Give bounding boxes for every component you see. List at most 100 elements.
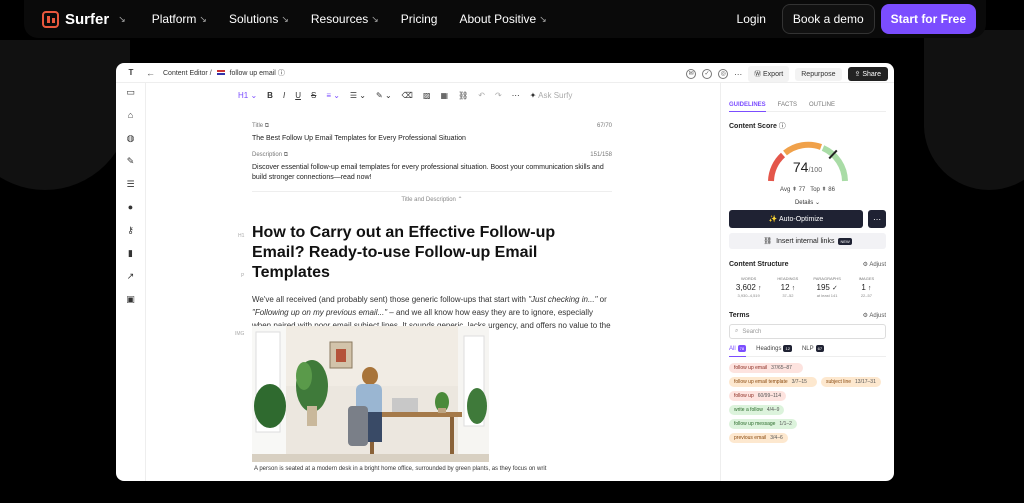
title-description-toggle[interactable]: Title and Description ⌃ [252,191,612,203]
score-max: /100 [808,167,823,174]
nav-resources[interactable]: Resources ↘ [311,12,379,26]
copy-icon[interactable]: ⧉ [265,123,269,129]
terms-search-input[interactable]: ⌕ Search [729,324,886,339]
term-chip[interactable]: follow up message 1/1–2 [729,419,797,429]
more-options-button[interactable]: ⋯ [868,210,886,228]
more-format-icon[interactable]: ⋯ [512,91,520,100]
highlight-icon[interactable]: ✎ ⌄ [376,91,392,100]
strike-icon[interactable]: S [311,91,316,100]
sparkle-icon: ✦ [529,91,539,100]
check-icon[interactable]: ✓ [702,69,713,79]
arrow-icon: ↘ [118,13,126,24]
repurpose-button[interactable]: Repurpose [795,67,842,81]
article-heading[interactable]: How to Carry out an Effective Follow-up … [252,223,612,283]
breadcrumb-root[interactable]: Content Editor [163,70,208,77]
tab-facts[interactable]: FACTS [778,102,797,108]
info-icon[interactable]: ⓘ [278,70,285,77]
details-toggle[interactable]: Details ⌄ [729,199,886,206]
nav-platform[interactable]: Platform ↘ [152,12,207,26]
bar-chart-icon[interactable]: ▮ [128,248,133,258]
share-button[interactable]: ⇪ Share [847,67,888,81]
link-icon[interactable]: ⛓ [458,91,468,100]
image-icon[interactable]: ▨ [423,91,431,100]
start-free-button[interactable]: Start for Free [880,4,976,34]
top-nav: Surfer ↘ Platform ↘ Solutions ↘ Resources ↘… [24,0,986,38]
stat-paragraphs: PARAGRAPHS 195 ✓ at least 141 [813,276,841,298]
terms-tabs: All 78 Headings 12 NLP 67 [729,345,886,357]
term-chip[interactable]: previous email 3/4–6 [729,433,788,443]
nav-solutions[interactable]: Solutions ↘ [229,12,289,26]
nav-pricing[interactable]: Pricing [401,12,438,26]
insert-internal-links-button[interactable]: ⛓ Insert internal links NEW [729,233,886,249]
left-sidebar: ▭ ⌂ ◍ ✎ ☰ ● ⚷ ▮ ↗ ▣ [116,83,146,481]
term-chip[interactable]: follow up email template 3/7–15 [729,377,817,387]
heading-select[interactable]: H1 ⌄ [238,91,257,100]
inbox-icon[interactable]: ▭ [126,87,135,97]
list-format-icon[interactable]: ☰ ⌄ [350,91,366,100]
align-icon[interactable]: ≡ ⌄ [326,91,340,100]
article-image[interactable] [252,326,489,462]
globe-icon[interactable]: ◍ [127,133,135,143]
content-score-title: Content Score ⓘ [729,123,786,130]
stat-images: IMAGES 1 ↑ 22–57 [858,276,875,298]
table-icon[interactable]: ▦ [441,91,449,100]
meta-title-field[interactable]: The Best Follow Up Email Templates for E… [252,134,612,144]
login-link[interactable]: Login [737,12,766,26]
search-icon: ⌕ [735,328,739,334]
clear-format-icon[interactable]: ⌫ [402,91,413,100]
comment-icon[interactable]: ✉ [686,69,697,79]
term-chip[interactable]: follow up email 37/65–87 [729,363,803,373]
term-chip[interactable]: follow up 60/99–114 [729,391,786,401]
breadcrumb: Content Editor / follow up email ⓘ [163,69,285,77]
undo-icon[interactable]: ↶ [478,91,485,100]
workspace-avatar[interactable]: T [116,63,146,83]
breadcrumb-doc: follow up email [229,69,276,77]
more-icon[interactable]: ⋯ [734,70,742,79]
list-icon[interactable]: ☰ [126,179,134,189]
trend-icon[interactable]: ↗ [127,271,135,281]
info-icon[interactable]: ⓘ [779,123,786,130]
brand-logo[interactable]: Surfer ↘ [42,10,126,28]
target-icon[interactable]: ◎ [718,69,729,79]
export-button[interactable]: Ⓦ Export [748,66,790,82]
underline-icon[interactable]: U [295,91,301,100]
stat-headings: HEADINGS 12 ↑ 37–52 [777,276,799,298]
tab-guidelines[interactable]: GUIDELINES [729,102,766,112]
surfer-logo-icon [42,10,59,28]
editor-canvas: Title ⧉ 67/70 The Best Follow Up Email Te… [252,123,612,345]
back-arrow-icon[interactable]: ← [146,68,155,78]
book-demo-button[interactable]: Book a demo [781,4,875,34]
p-block-tag: P [241,273,245,279]
description-count: 151/158 [590,152,612,158]
italic-icon[interactable]: I [283,91,285,100]
wordpress-icon: Ⓦ [754,71,764,78]
tab-nlp-terms[interactable]: NLP 67 [802,345,825,352]
tab-all-terms[interactable]: All 78 [729,345,747,357]
nav-about[interactable]: About Positive ↘ [459,12,546,26]
audit-icon[interactable]: ▣ [126,294,135,304]
bold-icon[interactable]: B [267,91,273,100]
adjust-structure-button[interactable]: ⚙ Adjust [863,261,886,268]
auto-optimize-button[interactable]: ✨ Auto-Optimize [729,210,863,228]
content-score-gauge: 74/100 [763,137,853,185]
tab-heading-terms[interactable]: Headings 12 [756,345,792,352]
terms-list: follow up email 37/65–87 follow up email … [729,363,886,443]
ask-surfy-button[interactable]: ✦ Ask Surfy [530,91,573,100]
stat-words: WORDS 3,602 ↑ 3,930–4,519 [735,276,762,298]
guidelines-panel: GUIDELINES FACTS OUTLINE Content Score ⓘ… [720,83,894,481]
edit-icon[interactable]: ✎ [127,156,135,166]
home-icon[interactable]: ⌂ [128,110,133,120]
chevron-down-icon: ⌄ [814,200,821,206]
adjust-terms-button[interactable]: ⚙ Adjust [863,312,886,319]
key-icon[interactable]: ⚷ [127,225,134,235]
arrow-icon: ↘ [199,13,207,24]
term-chip[interactable]: write a follow 4/4–9 [729,405,785,415]
redo-icon[interactable]: ↷ [495,91,502,100]
image-caption[interactable]: A person is seated at a modern desk in a… [254,466,546,472]
term-chip[interactable]: subject line 13/17–31 [821,377,881,387]
bulb-icon[interactable]: ● [128,202,133,212]
meta-description-field[interactable]: Discover essential follow-up email templ… [252,163,612,183]
tab-outline[interactable]: OUTLINE [809,102,835,108]
copy-icon[interactable]: ⧉ [284,152,288,158]
editor-topbar: T ← Content Editor / follow up email ⓘ ✉… [116,63,894,83]
